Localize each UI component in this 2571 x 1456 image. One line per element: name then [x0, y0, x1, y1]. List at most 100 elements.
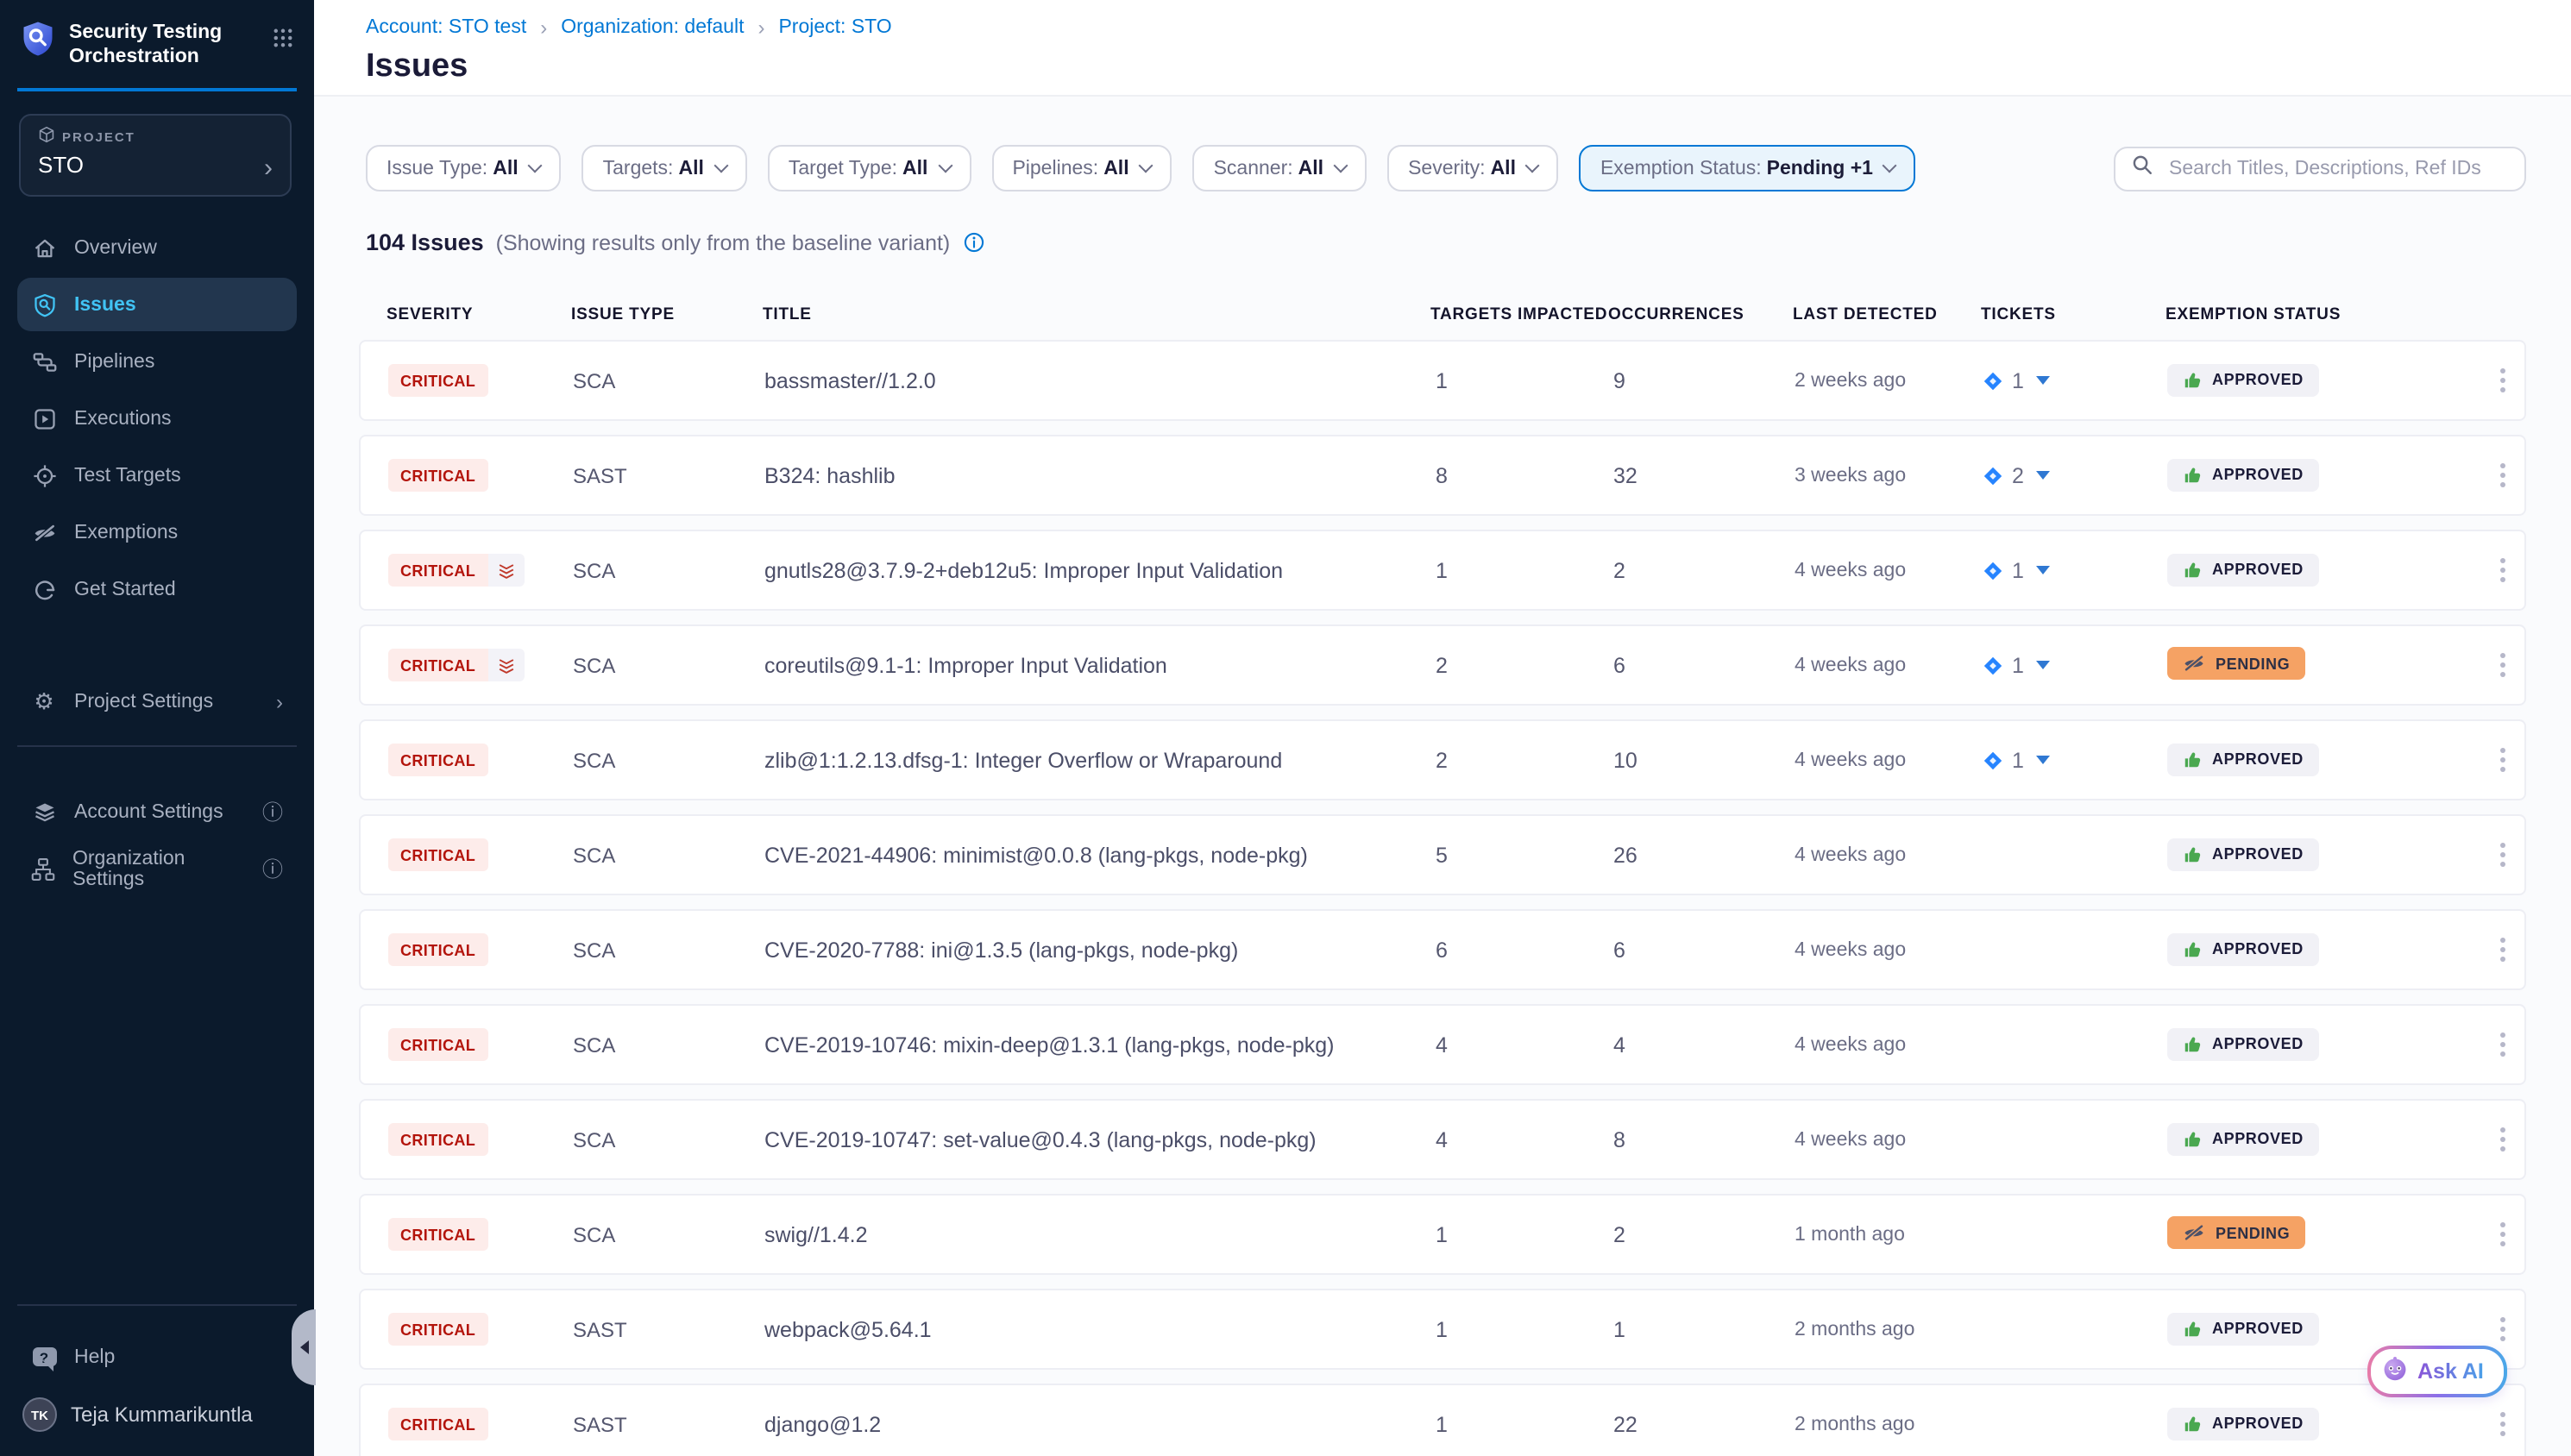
home-icon [31, 235, 57, 260]
breadcrumb-account-link[interactable]: Account: STO test [366, 17, 526, 38]
table-row[interactable]: CRITICAL SCA swig//1.4.2 1 2 1 month ago… [359, 1194, 2526, 1275]
row-menu-button[interactable] [2481, 473, 2524, 478]
chevron-down-icon [528, 159, 543, 173]
breadcrumb-organization-link[interactable]: Organization: default [561, 17, 744, 38]
ticket-caret-icon[interactable] [2036, 471, 2050, 480]
filter-targets[interactable]: Targets:All [582, 145, 747, 191]
kebab-icon [2500, 662, 2505, 668]
issue-type: SCA [573, 1127, 764, 1152]
ticket-caret-icon[interactable] [2036, 376, 2050, 385]
table-row[interactable]: CRITICAL SCA CVE-2019-10746: mixin-deep@… [359, 1004, 2526, 1085]
sidebar-item-pipelines[interactable]: Pipelines [17, 335, 297, 388]
issue-title[interactable]: CVE-2020-7788: ini@1.3.5 (lang-pkgs, nod… [764, 938, 1432, 962]
breadcrumb-project-link[interactable]: Project: STO [778, 17, 891, 38]
sidebar-item-project-settings[interactable]: ⚙ Project Settings › [17, 675, 297, 728]
exemption-status-badge: APPROVED [2167, 1407, 2319, 1440]
severity-badge: CRITICAL [388, 365, 487, 398]
row-menu-button[interactable] [2481, 1137, 2524, 1142]
sidebar-item-overview[interactable]: Overview [17, 221, 297, 274]
user-name: Teja Kummarikuntla [71, 1403, 253, 1427]
sidebar-item-test-targets[interactable]: Test Targets [17, 449, 297, 502]
issue-title[interactable]: django@1.2 [764, 1412, 1432, 1436]
table-row[interactable]: CRITICAL SCA bassmaster//1.2.0 1 9 2 wee… [359, 340, 2526, 421]
row-menu-button[interactable] [2481, 1327, 2524, 1332]
search-box[interactable] [2114, 146, 2526, 191]
user-menu[interactable]: TK Teja Kummarikuntla [0, 1387, 314, 1456]
table-row[interactable]: CRITICAL SAST webpack@5.64.1 1 1 2 month… [359, 1289, 2526, 1370]
row-menu-button[interactable] [2481, 378, 2524, 383]
issue-title[interactable]: bassmaster//1.2.0 [764, 368, 1432, 392]
ask-ai-button[interactable]: Ask AI [2367, 1346, 2508, 1397]
severity-badge: CRITICAL [388, 1124, 487, 1157]
ticket-caret-icon[interactable] [2036, 661, 2050, 669]
table-row[interactable]: CRITICAL SCA coreutils@9.1-1: Improper I… [359, 624, 2526, 706]
sidebar-item-executions[interactable]: Executions [17, 392, 297, 445]
module-switcher-grid-icon[interactable] [273, 26, 293, 57]
table-row[interactable]: CRITICAL SAST django@1.2 1 22 2 months a… [359, 1384, 2526, 1456]
issue-title[interactable]: gnutls28@3.7.9-2+deb12u5: Improper Input… [764, 558, 1432, 582]
row-menu-button[interactable] [2481, 1232, 2524, 1237]
table-row[interactable]: CRITICAL SCA gnutls28@3.7.9-2+deb12u5: I… [359, 530, 2526, 611]
issue-title[interactable]: zlib@1:1.2.13.dfsg-1: Integer Overflow o… [764, 748, 1432, 772]
target-icon [31, 463, 57, 487]
sidebar-item-help[interactable]: ? Help [17, 1330, 297, 1384]
thumbs-up-icon [2183, 939, 2202, 958]
last-detected: 2 weeks ago [1795, 370, 1983, 391]
filter-issue-type[interactable]: Issue Type:All [366, 145, 562, 191]
sidebar-item-issues[interactable]: Issues [17, 278, 297, 331]
sidebar-collapse-button[interactable] [292, 1309, 316, 1385]
filter-target-type[interactable]: Target Type:All [768, 145, 971, 191]
table-row[interactable]: CRITICAL SCA CVE-2019-10747: set-value@0… [359, 1099, 2526, 1180]
project-selector[interactable]: PROJECT STO › [19, 114, 292, 197]
filter-bar: Issue Type:All Targets:All Target Type:A… [366, 145, 2526, 191]
table-row[interactable]: CRITICAL SCA CVE-2020-7788: ini@1.3.5 (l… [359, 909, 2526, 990]
filter-severity[interactable]: Severity:All [1387, 145, 1559, 191]
cube-icon [38, 126, 55, 147]
chevron-down-icon [1525, 159, 1540, 173]
exemption-status-badge: APPROVED [2167, 1122, 2319, 1155]
issue-title[interactable]: CVE-2019-10746: mixin-deep@1.3.1 (lang-p… [764, 1032, 1432, 1057]
filter-scanner[interactable]: Scanner:All [1193, 145, 1367, 191]
exemption-status-badge: APPROVED [2167, 743, 2319, 775]
sidebar-item-exemptions[interactable]: Exemptions [17, 505, 297, 559]
info-icon[interactable] [962, 231, 984, 254]
row-menu-button[interactable] [2481, 662, 2524, 668]
ticket-cell[interactable]: 1 [1983, 653, 2167, 677]
ticket-cell[interactable]: 1 [1983, 748, 2167, 772]
issue-title[interactable]: B324: hashlib [764, 463, 1432, 487]
ticket-cell[interactable]: 1 [1983, 368, 2167, 392]
filter-pipelines[interactable]: Pipelines:All [991, 145, 1172, 191]
table-row[interactable]: CRITICAL SCA zlib@1:1.2.13.dfsg-1: Integ… [359, 719, 2526, 800]
ticket-cell[interactable]: 2 [1983, 463, 2167, 487]
issue-type: SCA [573, 368, 764, 392]
severity-badge: CRITICAL [388, 1219, 487, 1252]
chevron-down-icon [713, 159, 728, 173]
ticket-caret-icon[interactable] [2036, 566, 2050, 574]
sidebar-item-get-started[interactable]: Get Started [17, 562, 297, 616]
table-row[interactable]: CRITICAL SAST B324: hashlib 8 32 3 weeks… [359, 435, 2526, 516]
ticket-cell[interactable]: 1 [1983, 558, 2167, 582]
ticket-caret-icon[interactable] [2036, 756, 2050, 764]
sidebar-divider [17, 745, 297, 747]
row-menu-button[interactable] [2481, 1421, 2524, 1427]
row-menu-button[interactable] [2481, 568, 2524, 573]
ticket-count: 2 [2012, 463, 2024, 487]
sidebar-item-account-settings[interactable]: Account Settings ⓘ [17, 785, 297, 838]
issue-title[interactable]: CVE-2019-10747: set-value@0.4.3 (lang-pk… [764, 1127, 1432, 1152]
table-row[interactable]: CRITICAL SCA CVE-2021-44906: minimist@0.… [359, 814, 2526, 895]
row-menu-button[interactable] [2481, 757, 2524, 763]
sidebar-header: Security Testing Orchestration [0, 0, 314, 91]
targets-impacted: 2 [1432, 653, 1610, 677]
row-menu-button[interactable] [2481, 1042, 2524, 1047]
sidebar-item-organization-settings[interactable]: Organization Settings ⓘ [17, 842, 297, 895]
layers-icon [31, 800, 57, 824]
last-detected: 4 weeks ago [1795, 750, 1983, 770]
issue-title[interactable]: coreutils@9.1-1: Improper Input Validati… [764, 653, 1432, 677]
issue-title[interactable]: swig//1.4.2 [764, 1222, 1432, 1246]
row-menu-button[interactable] [2481, 852, 2524, 857]
row-menu-button[interactable] [2481, 947, 2524, 952]
issue-title[interactable]: webpack@5.64.1 [764, 1317, 1432, 1341]
issue-title[interactable]: CVE-2021-44906: minimist@0.0.8 (lang-pkg… [764, 843, 1432, 867]
search-input[interactable] [2166, 156, 2509, 180]
filter-exemption-status[interactable]: Exemption Status:Pending +1 [1580, 145, 1916, 191]
